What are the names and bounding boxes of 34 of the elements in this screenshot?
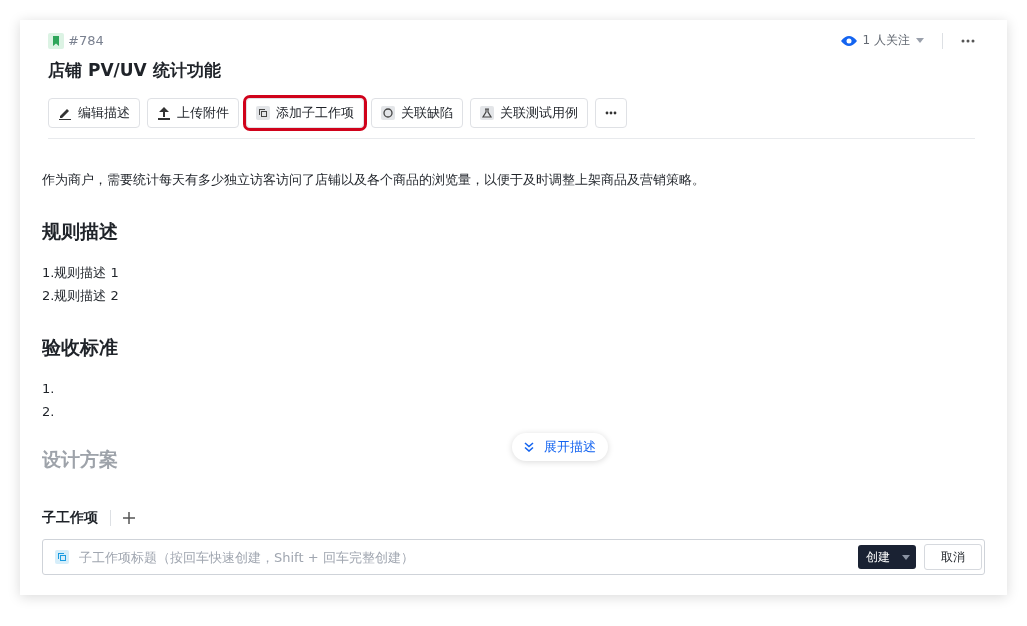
copy-icon	[256, 106, 270, 120]
item-id: #784	[68, 33, 104, 48]
section-title: 子工作项	[42, 509, 98, 527]
watchers-button[interactable]: 1 人关注	[840, 32, 924, 49]
more-icon	[605, 111, 617, 115]
caret-icon	[902, 554, 910, 560]
list-line: 2.	[42, 403, 56, 421]
pencil-icon	[58, 106, 72, 120]
eye-icon	[840, 34, 857, 47]
subitem-input-field[interactable]: 子工作项标题（按回车快速创建，Shift + 回车完整创建） 创建 取消	[42, 539, 985, 575]
bookmark-icon	[48, 32, 64, 49]
toolbar-button[interactable]: 添加子工作项	[246, 98, 364, 128]
upload-icon	[157, 106, 171, 120]
flask-icon	[480, 106, 494, 120]
section-heading: 规则描述	[42, 219, 119, 244]
toolbar-button[interactable]: 关联缺陷	[371, 98, 463, 128]
description-text: 作为商户，需要统计每天有多少独立访客访问了店铺以及各个商品的浏览量，以便于及时调整上架商品及营销策略。	[42, 171, 706, 189]
chevrons-down-icon	[524, 442, 534, 452]
list-line: 2.规则描述 2	[42, 287, 120, 305]
toolbar-button[interactable]: 编辑描述	[48, 98, 140, 128]
create-button[interactable]: 创建	[858, 545, 916, 569]
more-icon[interactable]	[961, 38, 975, 43]
list-line: 1.规则描述 1	[42, 264, 120, 282]
toolbar-button[interactable]: 上传附件	[147, 98, 239, 128]
caret-icon	[916, 38, 924, 43]
plus-icon[interactable]	[123, 512, 135, 524]
circle-icon	[381, 106, 395, 120]
cancel-button[interactable]: 取消	[924, 544, 982, 570]
item-title: 店铺 PV/UV 统计功能	[48, 59, 222, 82]
list-line: 1.	[42, 380, 56, 398]
copy-icon	[55, 550, 69, 564]
expand-button[interactable]: 展开描述	[512, 433, 608, 461]
toolbar-button[interactable]: 关联测试用例	[470, 98, 588, 128]
section-heading: 验收标准	[42, 335, 119, 360]
